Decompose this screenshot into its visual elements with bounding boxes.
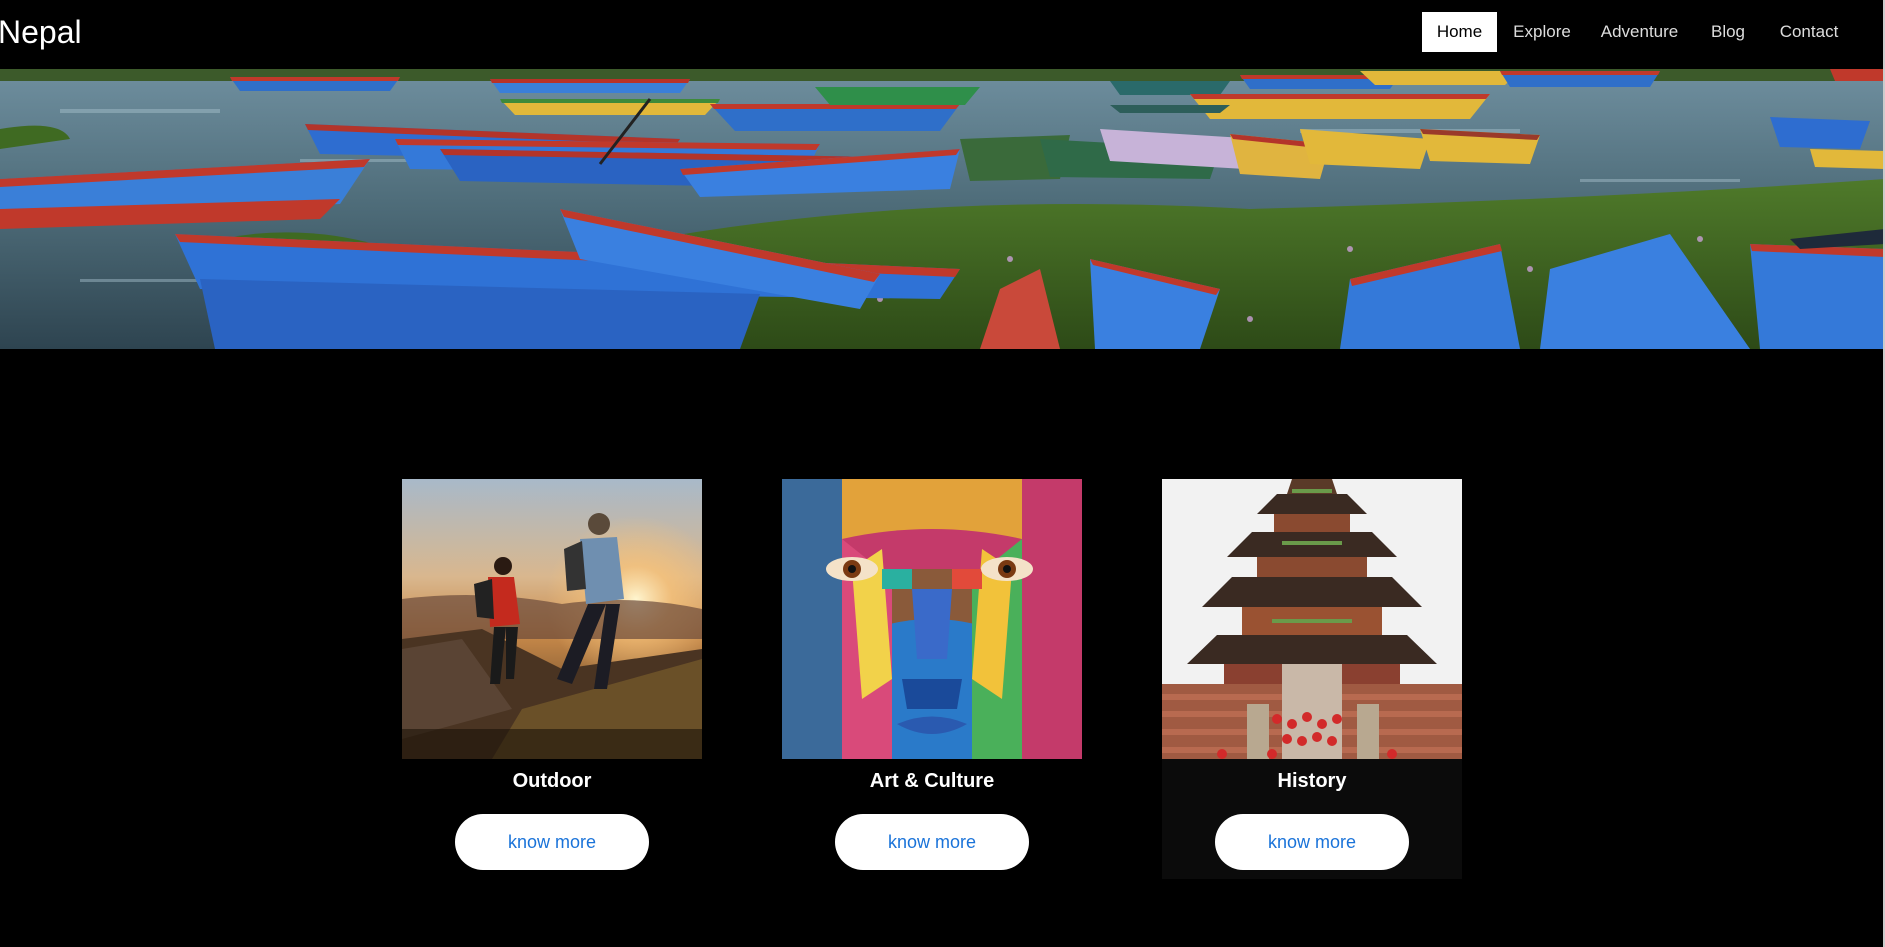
nav-item-blog[interactable]: Blog (1692, 12, 1764, 52)
card-title: Outdoor (512, 770, 592, 792)
history-image (1162, 479, 1462, 759)
nav-menu: Home Explore Adventure Blog Contact (1422, 12, 1885, 52)
know-more-button[interactable]: know more (455, 814, 649, 870)
nav-item-explore[interactable]: Explore (1497, 12, 1587, 52)
card-title: History (1277, 770, 1347, 792)
navbar: Nepal Home Explore Adventure Blog Contac… (0, 0, 1885, 69)
nav-item-home[interactable]: Home (1422, 12, 1497, 52)
know-more-button[interactable]: know more (835, 814, 1029, 870)
history-card-body: History know more (1162, 759, 1462, 879)
brand-logo[interactable]: Nepal (0, 14, 82, 50)
card-outdoor: Outdoor know more (402, 479, 702, 879)
art-culture-card-body: Art & Culture know more (782, 759, 1082, 879)
hero-image (0, 69, 1885, 349)
outdoor-image (402, 479, 702, 759)
card-art-culture: Art & Culture know more (782, 479, 1082, 879)
card-title: Art & Culture (869, 770, 995, 792)
outdoor-card-body: Outdoor know more (402, 759, 702, 879)
nav-item-contact[interactable]: Contact (1764, 12, 1854, 52)
page: Nepal Home Explore Adventure Blog Contac… (0, 0, 1885, 947)
card-history: History know more (1162, 479, 1462, 879)
know-more-button[interactable]: know more (1215, 814, 1409, 870)
art-culture-image (782, 479, 1082, 759)
nav-item-adventure[interactable]: Adventure (1587, 12, 1692, 52)
